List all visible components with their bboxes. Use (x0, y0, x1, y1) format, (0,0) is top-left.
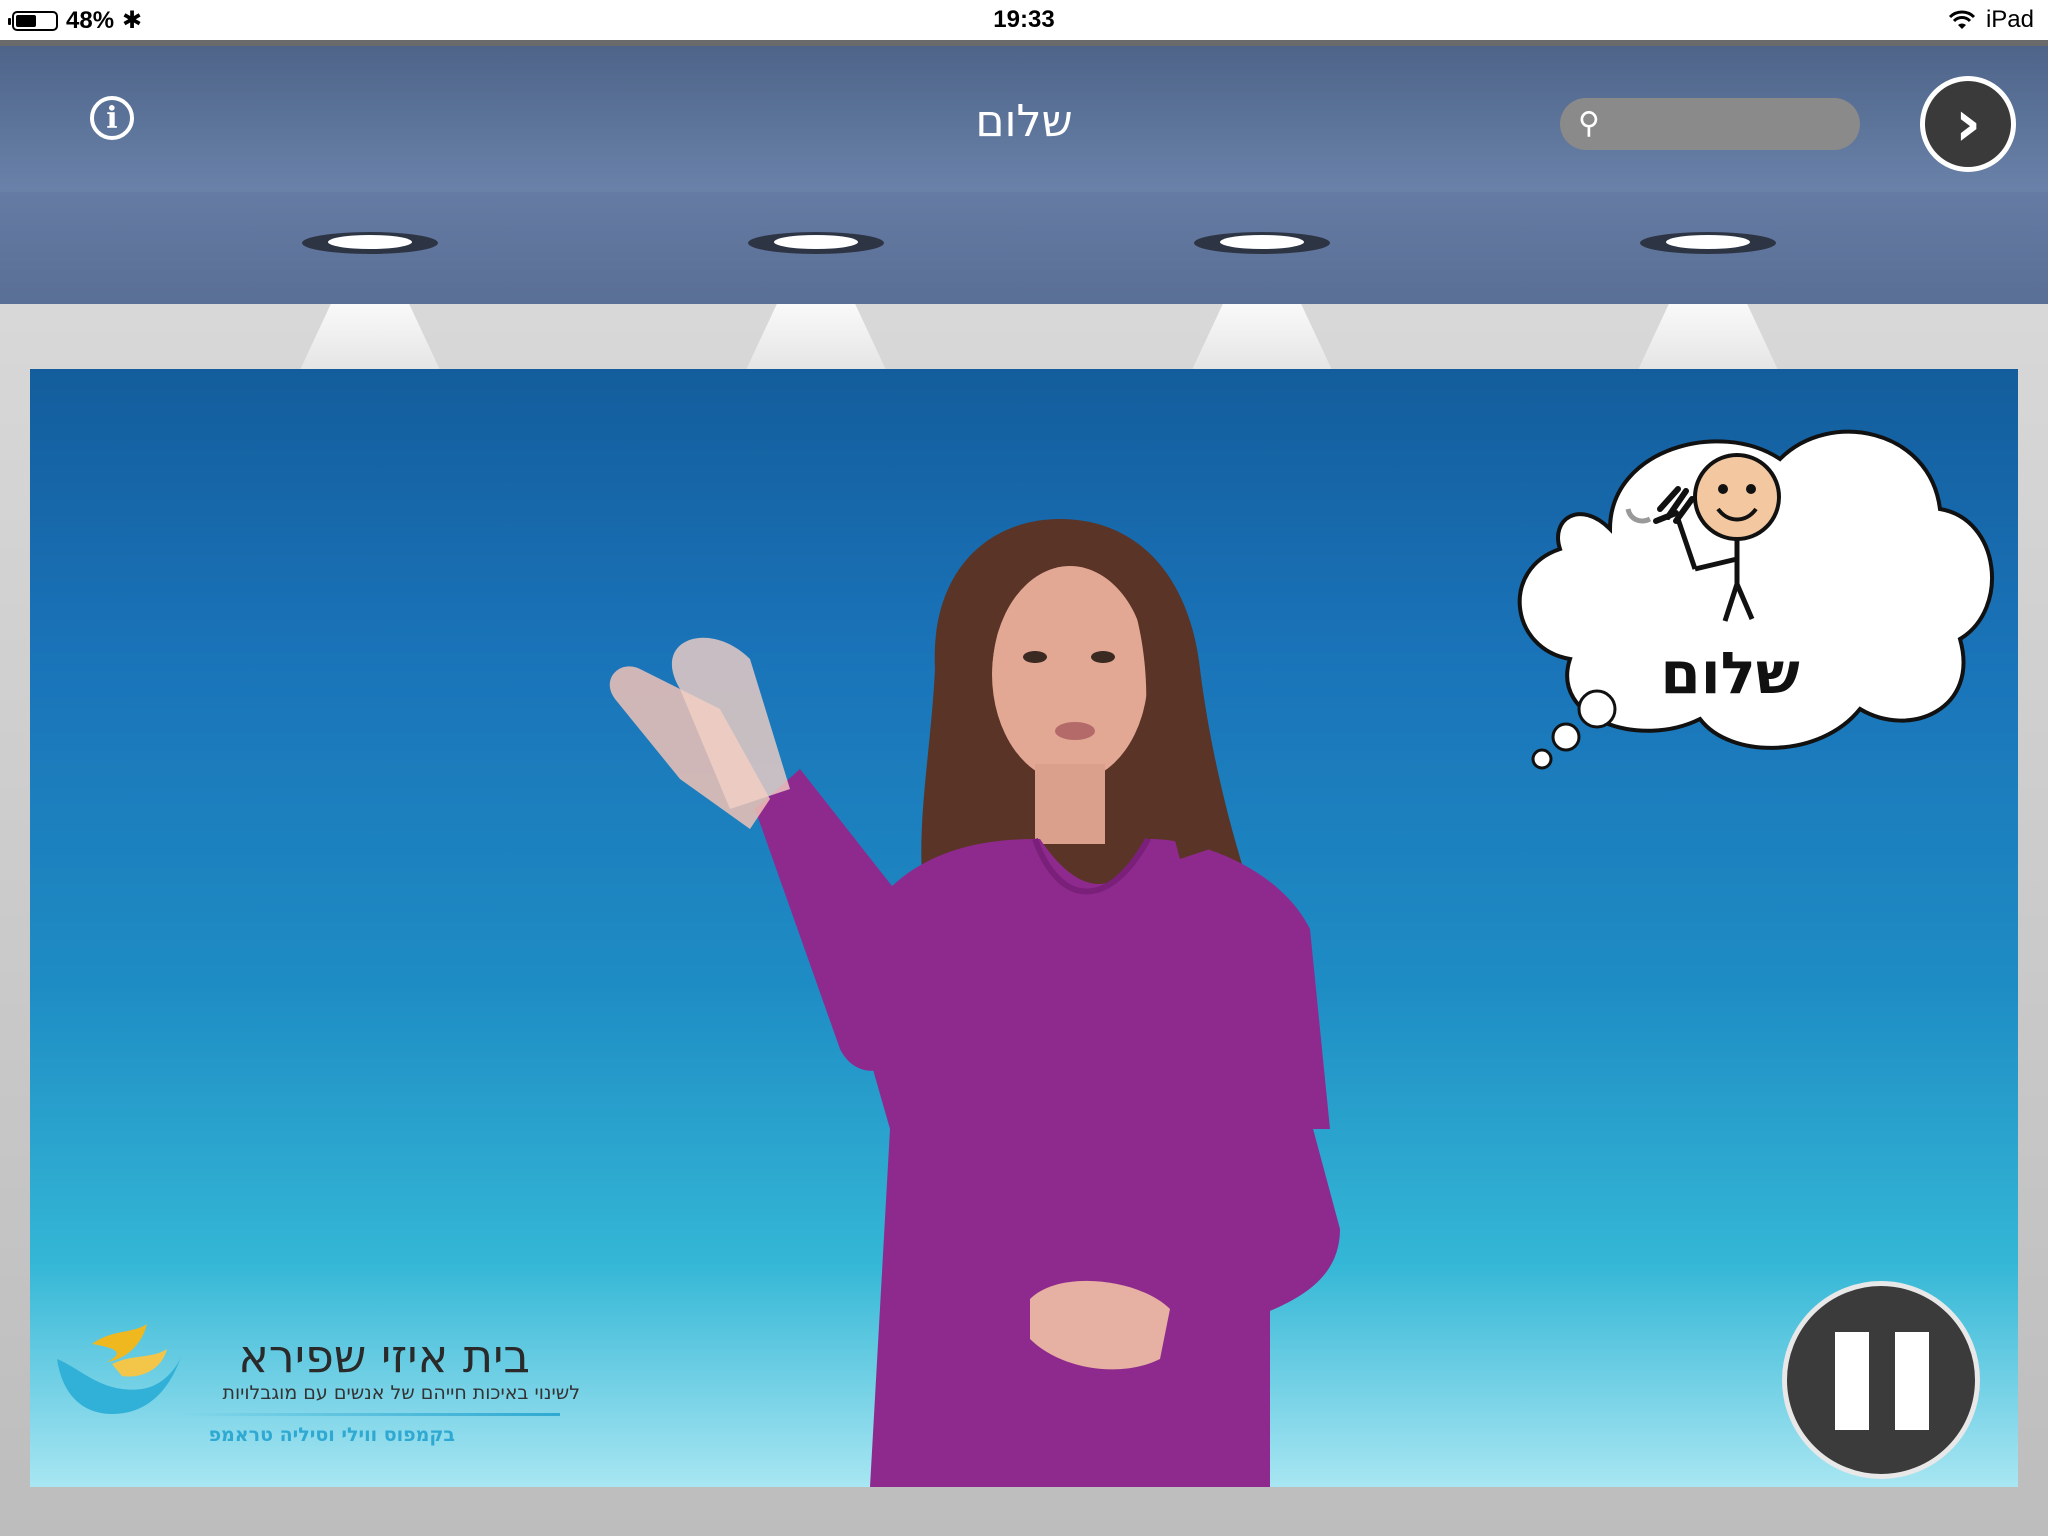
bird-logo-icon (57, 1324, 182, 1414)
status-time: 19:33 (993, 6, 1055, 33)
spotlight-strip (0, 192, 2048, 304)
search-input[interactable] (1609, 109, 1834, 139)
spotlight-lamp (302, 232, 438, 254)
device-name: iPad (1985, 6, 2034, 33)
logo-divider (180, 1413, 560, 1416)
spotlight-lamp (1640, 232, 1776, 254)
spotlight-lamp (1194, 232, 1330, 254)
logo-subtitle: לשינוי באיכות חייהם של אנשים עם מוגבלויו… (222, 1382, 580, 1404)
spotlight-lamp (748, 232, 884, 254)
chevron-right-icon: › (1954, 87, 1982, 161)
search-field[interactable]: ⚲ (1560, 98, 1860, 150)
status-bar: 48% ✱ 19:33 iPad (0, 0, 2048, 40)
status-right: iPad (1948, 6, 2034, 34)
thought-word: שלום (1660, 639, 1800, 707)
logo-title: בית איזי שפירא (238, 1329, 530, 1383)
logo-subtitle-2: בקמפוס ווילי וסיליה טראמפ (208, 1424, 455, 1446)
sign-video[interactable]: שלום בית איזי שפירא לשינוי באיכות חייהם … (30, 369, 2018, 1487)
nav-bar: i שלום ⚲ › (0, 40, 2048, 192)
pause-button[interactable] (1782, 1281, 1980, 1479)
next-button[interactable]: › (1920, 76, 2016, 172)
search-icon: ⚲ (1578, 107, 1600, 140)
thought-bubble (1517, 429, 1994, 770)
wifi-icon (1948, 10, 1976, 29)
